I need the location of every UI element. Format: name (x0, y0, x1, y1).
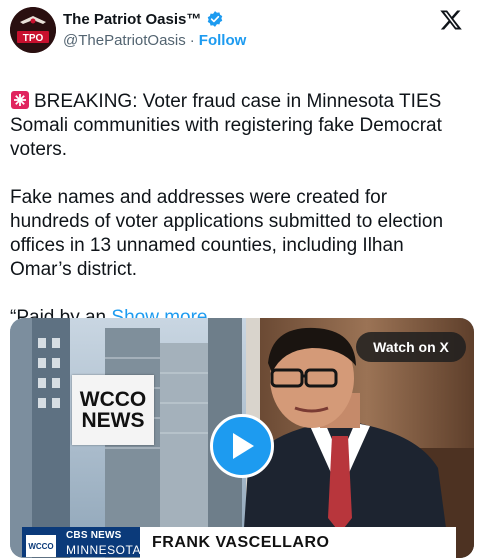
post-text: BREAKING: Voter fraud case in Minnesota … (10, 66, 470, 330)
author-handle-row: @ThePatriotOasis · Follow (63, 32, 246, 49)
post-text-line1: BREAKING: Voter fraud case in Minnesota … (10, 91, 448, 160)
x-logo-icon[interactable] (439, 8, 463, 32)
author-name-row: The Patriot Oasis™ (63, 10, 224, 28)
post-text-paragraph2: Fake names and addresses were created fo… (10, 187, 449, 280)
svg-text:TPO: TPO (23, 33, 44, 44)
separator-dot: · (189, 32, 195, 49)
chyron-anchor-name: FRANK VASCELLARO (140, 527, 456, 558)
author-handle[interactable]: @ThePatriotOasis (63, 32, 186, 49)
video-media[interactable]: WCCO NEWS Watch on X WCCO CBS NEWS MINNE… (10, 318, 474, 558)
follow-button[interactable]: Follow (199, 32, 247, 49)
author-display-name[interactable]: The Patriot Oasis™ (63, 11, 201, 28)
play-button[interactable] (210, 414, 274, 478)
news-chyron-network: WCCO CBS NEWS MINNESOTA (22, 527, 140, 557)
avatar[interactable]: TPO (10, 7, 56, 53)
verified-badge-icon (208, 11, 223, 27)
avatar-logo-icon: TPO (10, 7, 56, 53)
chyron-region-text: MINNESOTA (66, 543, 141, 557)
wcco-news-sign: WCCO NEWS (72, 375, 154, 445)
station-bug: WCCO (26, 535, 56, 557)
sign-line2: NEWS (81, 409, 145, 432)
watch-on-x-button[interactable]: Watch on X (356, 332, 466, 362)
play-icon (233, 433, 254, 459)
post-header: TPO The Patriot Oasis™ @ThePatriotOasis … (0, 0, 477, 60)
chyron-network-text: CBS NEWS (66, 530, 122, 541)
sign-line1: WCCO (79, 388, 147, 411)
siren-emoji-icon (11, 91, 29, 109)
